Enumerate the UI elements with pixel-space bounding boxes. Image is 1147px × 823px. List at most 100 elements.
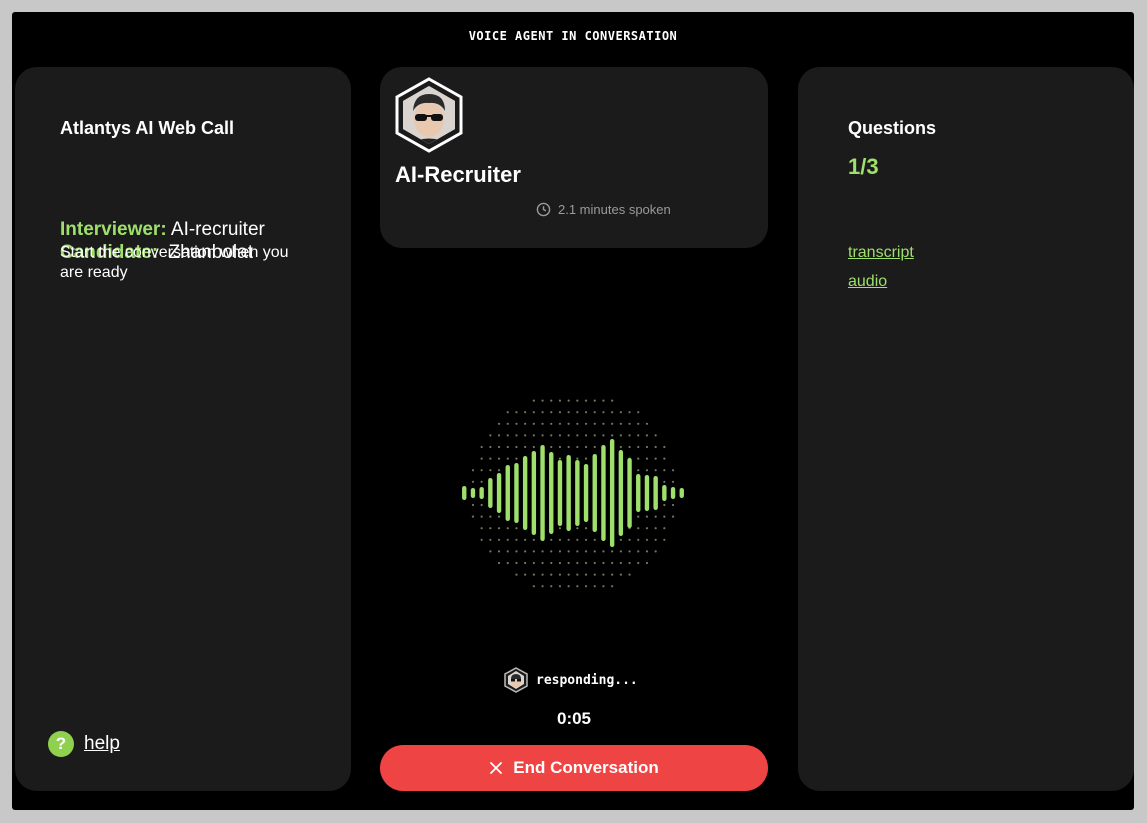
wave-dot: [550, 399, 553, 402]
wave-dot: [532, 561, 535, 565]
interviewer-value: AI-recruiter: [170, 219, 265, 240]
wave-dot: [550, 538, 553, 541]
wave-dot: [506, 422, 509, 425]
wave-dot: [524, 411, 527, 414]
wave-dot: [628, 573, 631, 576]
wave-dot: [558, 445, 562, 449]
wave-dot: [506, 550, 509, 553]
wave-dot: [532, 585, 535, 588]
call-info-panel: Atlantys AI Web Call Interviewer: AI-rec…: [15, 67, 351, 791]
wave-dot: [611, 561, 614, 565]
wave-dot: [515, 457, 518, 460]
wave-dot: [558, 399, 562, 402]
wave-dot: [602, 399, 605, 402]
wave-dot: [619, 422, 622, 425]
wave-dot: [654, 469, 657, 472]
wave-dot: [541, 561, 544, 565]
wave-dot: [637, 527, 640, 530]
wave-dot: [506, 445, 509, 449]
wave-dot: [645, 434, 649, 437]
wave-dot: [506, 434, 509, 437]
wave-dot: [602, 422, 605, 425]
help-link-row[interactable]: ? help: [48, 731, 120, 757]
wave-dot: [515, 527, 518, 530]
wave-bar: [653, 476, 658, 510]
wave-dot: [584, 434, 588, 437]
wave-dot: [584, 585, 588, 588]
wave-dot: [645, 515, 649, 518]
wave-bar: [592, 454, 597, 532]
wave-dot: [497, 457, 501, 460]
wave-dot: [489, 527, 492, 530]
wave-dot: [558, 422, 562, 425]
wave-dot: [654, 457, 657, 460]
wave-bar: [618, 450, 624, 536]
wave-dot: [532, 573, 535, 576]
wave-dot: [576, 434, 579, 437]
wave-dot: [515, 538, 518, 541]
wave-dot: [506, 527, 509, 530]
wave-dot: [558, 561, 562, 565]
question-icon[interactable]: ?: [48, 731, 74, 757]
wave-bar: [679, 488, 684, 498]
transcript-link[interactable]: transcript: [848, 244, 914, 262]
wave-dot: [663, 515, 666, 518]
wave-dot: [576, 422, 579, 425]
wave-dot: [524, 434, 527, 437]
wave-bar: [540, 445, 545, 541]
wave-bar: [575, 460, 580, 526]
end-conversation-button[interactable]: End Conversation: [380, 745, 768, 791]
wave-bar: [549, 452, 554, 534]
wave-dot: [567, 411, 570, 414]
wave-dot: [593, 434, 596, 437]
wave-dot: [515, 411, 518, 414]
questions-panel: Questions 1/3 transcript audio: [798, 67, 1134, 791]
wave-dot: [637, 550, 640, 553]
wave-dot: [645, 538, 649, 541]
call-title: Atlantys AI Web Call: [60, 118, 235, 138]
wave-dot: [584, 457, 588, 460]
wave-dot: [489, 515, 492, 518]
wave-dot: [515, 434, 518, 437]
wave-bar: [601, 445, 606, 541]
wave-dot: [628, 411, 631, 414]
wave-dot: [558, 573, 562, 576]
status-text: responding...: [536, 672, 638, 688]
wave-dot: [584, 538, 588, 541]
start-hint: Start the conversation when you are read…: [60, 244, 289, 281]
wave-dot: [480, 457, 483, 460]
audio-link[interactable]: audio: [848, 273, 887, 291]
agent-avatar-small: [504, 667, 528, 693]
wave-dot: [628, 561, 631, 565]
wave-bar: [557, 460, 563, 526]
wave-dot: [637, 515, 640, 518]
wave-dot: [619, 411, 622, 414]
wave-dot: [541, 573, 544, 576]
wave-bar: [514, 463, 519, 523]
interviewer-row: Interviewer: AI-recruiter: [60, 219, 265, 241]
wave-dot: [541, 434, 544, 437]
wave-bar: [566, 455, 571, 531]
wave-dot: [663, 457, 666, 460]
wave-dot: [471, 503, 475, 507]
wave-dot: [619, 550, 622, 553]
wave-dot: [671, 480, 675, 483]
wave-dot: [480, 445, 483, 449]
wave-dot: [471, 469, 475, 472]
wave-dot: [645, 561, 649, 565]
wave-dot: [576, 573, 579, 576]
wave-dot: [497, 445, 501, 449]
wave-dot: [532, 538, 535, 541]
wave-bar: [496, 473, 502, 513]
wave-dot: [611, 550, 614, 553]
wave-dot: [611, 434, 614, 437]
wave-dot: [550, 585, 553, 588]
questions-count: 1/3: [848, 154, 879, 179]
help-link[interactable]: help: [84, 733, 120, 755]
wave-dot: [654, 515, 657, 518]
wave-dot: [524, 561, 527, 565]
wave-dot: [654, 434, 657, 437]
wave-dot: [558, 457, 562, 460]
wave-dot: [550, 411, 553, 414]
wave-dot: [593, 399, 596, 402]
